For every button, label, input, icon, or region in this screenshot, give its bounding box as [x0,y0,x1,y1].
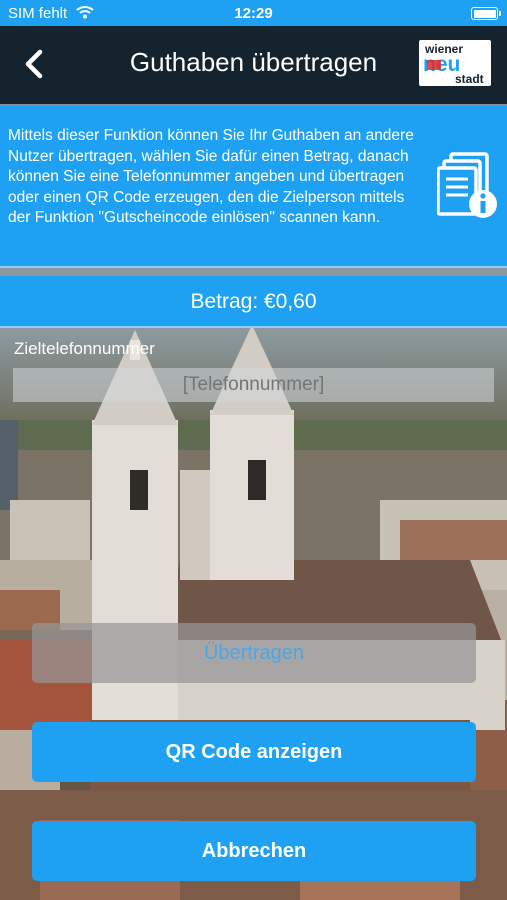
document-info-icon[interactable] [436,152,499,222]
info-text: Mittels dieser Funktion können Sie Ihr G… [8,127,414,226]
show-qr-code-button[interactable]: QR Code anzeigen [32,722,476,782]
svg-text:stadt: stadt [455,72,484,86]
battery-icon [471,7,501,20]
wiener-neustadt-logo: wiener neu stadt [419,40,491,86]
navigation-bar: Guthaben übertragen wiener neu stadt [0,26,507,104]
phone-number-label: Zieltelefonnummer [14,339,155,358]
status-bar: SIM fehlt 12:29 [0,0,507,26]
cancel-button[interactable]: Abbrechen [32,821,476,881]
phone-number-input[interactable] [13,368,494,402]
transfer-button[interactable]: Übertragen [32,623,476,683]
clock: 12:29 [234,5,273,22]
page-title: Guthaben übertragen [129,47,378,77]
amount-selector[interactable]: Betrag: €0,60 [0,276,507,328]
back-chevron-icon[interactable] [20,46,50,82]
info-panel: Mittels dieser Funktion können Sie Ihr G… [0,106,507,268]
